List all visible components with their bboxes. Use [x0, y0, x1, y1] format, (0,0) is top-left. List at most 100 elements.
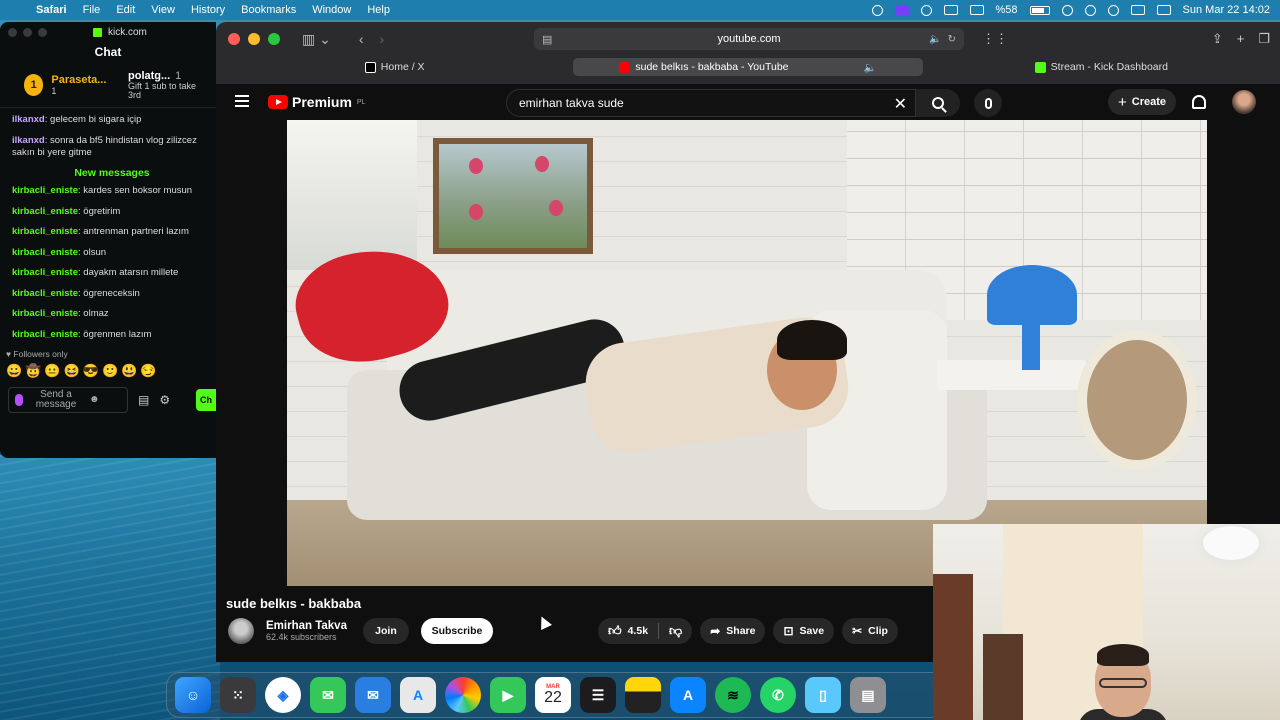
emoji-icon[interactable]: ☻: [89, 395, 100, 405]
channel-avatar[interactable]: [228, 618, 254, 644]
gifter-2[interactable]: polatg... 1 Gift 1 sub to take 3rd: [128, 70, 208, 100]
message-user[interactable]: kirbacli_eniste: [12, 308, 78, 319]
notes-icon[interactable]: [625, 677, 661, 713]
clip-button[interactable]: ✂ Clip: [842, 618, 898, 644]
share-button[interactable]: ➦ Share: [700, 618, 766, 644]
facetime-icon[interactable]: ▶: [490, 677, 526, 713]
menu-help[interactable]: Help: [367, 4, 390, 16]
emote-icon[interactable]: 😎: [83, 363, 99, 379]
emote-icon[interactable]: 😏: [140, 363, 156, 379]
screen-record-icon[interactable]: [894, 5, 909, 15]
chat-send-button[interactable]: Ch: [196, 389, 216, 411]
trash-icon[interactable]: ▤: [850, 677, 886, 713]
avatar[interactable]: [1232, 90, 1256, 114]
wifi-icon[interactable]: [1061, 4, 1073, 16]
menubar-clock[interactable]: Sun Mar 22 14:02: [1183, 4, 1270, 16]
message-user[interactable]: kirbacli_eniste: [12, 206, 78, 217]
display-icon[interactable]: [969, 5, 984, 15]
status-icon[interactable]: [871, 4, 883, 16]
mail-icon[interactable]: ✉: [355, 677, 391, 713]
search-button[interactable]: [916, 89, 960, 117]
spotlight-search-icon[interactable]: [1084, 4, 1096, 16]
settings-icon[interactable]: ⚙: [159, 393, 170, 407]
apple-icon[interactable]: [10, 4, 22, 16]
gift-icon[interactable]: ▤: [138, 393, 149, 407]
sidebar-toggle-icon[interactable]: ▥ ⌄: [302, 31, 331, 48]
zoom-window-button[interactable]: [268, 33, 280, 45]
tab-youtube[interactable]: sude belkıs - bakbaba - YouTube 🔈: [573, 58, 923, 76]
calendar-icon[interactable]: MAR 22: [535, 677, 571, 713]
tab-audio-icon[interactable]: 🔈: [864, 61, 877, 74]
whatsapp-icon[interactable]: ✆: [760, 677, 796, 713]
emote-icon[interactable]: 😀: [6, 363, 22, 379]
reminders-icon[interactable]: ☰: [580, 677, 616, 713]
preview-icon[interactable]: ▯: [805, 677, 841, 713]
emote-icon[interactable]: 🤠: [25, 363, 41, 379]
gifter-1[interactable]: Paraseta... 1: [51, 74, 120, 96]
menu-history[interactable]: History: [191, 4, 225, 16]
tab-x[interactable]: Home / X: [220, 58, 569, 76]
app-store-icon[interactable]: A: [400, 677, 436, 713]
extension-icon[interactable]: [943, 5, 958, 15]
message-user[interactable]: kirbacli_eniste: [12, 226, 78, 237]
photos-icon[interactable]: [445, 677, 481, 713]
message-user[interactable]: ilkanxd: [12, 114, 45, 125]
message-user[interactable]: kirbacli_eniste: [12, 185, 78, 196]
audio-icon[interactable]: 🔈: [929, 34, 941, 45]
reload-icon[interactable]: ↻: [948, 34, 956, 45]
forward-icon[interactable]: ›: [380, 31, 385, 47]
message-user[interactable]: kirbacli_eniste: [12, 247, 78, 258]
new-tab-icon[interactable]: +: [1237, 31, 1245, 47]
save-button[interactable]: ⊡ Save: [773, 618, 835, 644]
message-user[interactable]: kirbacli_eniste: [12, 329, 78, 340]
siri-icon[interactable]: [1156, 5, 1171, 15]
search-input[interactable]: emirhan takva sude ✕: [506, 89, 916, 117]
tab-overview-icon[interactable]: ❐: [1258, 31, 1270, 47]
menu-view[interactable]: View: [151, 4, 175, 16]
menu-window[interactable]: Window: [312, 4, 351, 16]
reader-icon[interactable]: ▤: [542, 33, 552, 46]
share-icon[interactable]: ⇪: [1212, 31, 1223, 47]
battery-icon[interactable]: [1029, 5, 1050, 15]
send-message-input[interactable]: Send a message ☻: [8, 387, 128, 413]
address-bar[interactable]: ▤ youtube.com 🔈 ↻: [534, 28, 964, 50]
tab-kick-dashboard[interactable]: Stream - Kick Dashboard: [927, 58, 1276, 76]
menu-icon[interactable]: [235, 95, 249, 107]
menu-edit[interactable]: Edit: [116, 4, 135, 16]
mic-icon[interactable]: [15, 394, 23, 406]
voice-search-button[interactable]: [974, 89, 1002, 117]
user-icon[interactable]: [1107, 4, 1119, 16]
clear-search-icon[interactable]: ✕: [894, 94, 907, 114]
spotify-icon[interactable]: ≋: [715, 677, 751, 713]
emote-icon[interactable]: 😐: [44, 363, 60, 379]
menu-app-name[interactable]: Safari: [36, 4, 67, 16]
extensions-grid-icon[interactable]: ⋮⋮: [982, 31, 1008, 47]
minimize-window-button[interactable]: [248, 33, 260, 45]
play-icon[interactable]: [920, 4, 932, 16]
launchpad-icon[interactable]: ⁙: [220, 677, 256, 713]
emote-icon[interactable]: 😆: [64, 363, 80, 379]
notifications-bell-icon[interactable]: [1192, 95, 1206, 109]
video-player[interactable]: [287, 120, 1207, 586]
emote-icon[interactable]: 🙂: [102, 363, 118, 379]
subscribe-button[interactable]: Subscribe: [420, 618, 493, 644]
zoom-window-button[interactable]: [38, 27, 47, 37]
channel-name[interactable]: Emirhan Takva: [266, 620, 347, 632]
minimize-window-button[interactable]: [23, 27, 32, 37]
message-user[interactable]: kirbacli_eniste: [12, 267, 78, 278]
safari-icon[interactable]: ◈: [265, 677, 301, 713]
emote-icon[interactable]: 😃: [121, 363, 137, 379]
close-window-button[interactable]: [228, 33, 240, 45]
finder-icon[interactable]: ☺: [175, 677, 211, 713]
new-messages-divider[interactable]: New messages: [12, 167, 212, 179]
messages-icon[interactable]: ✉: [310, 677, 346, 713]
create-button[interactable]: + Create: [1108, 89, 1176, 115]
join-button[interactable]: Join: [362, 618, 409, 644]
close-window-button[interactable]: [8, 27, 17, 37]
menu-bookmarks[interactable]: Bookmarks: [241, 4, 296, 16]
dislike-button[interactable]: 👎︎: [659, 623, 692, 639]
message-user[interactable]: kirbacli_eniste: [12, 288, 78, 299]
youtube-premium-logo[interactable]: Premium PL: [268, 94, 365, 110]
message-user[interactable]: ilkanxd: [12, 135, 45, 146]
control-center-icon[interactable]: [1130, 5, 1145, 15]
